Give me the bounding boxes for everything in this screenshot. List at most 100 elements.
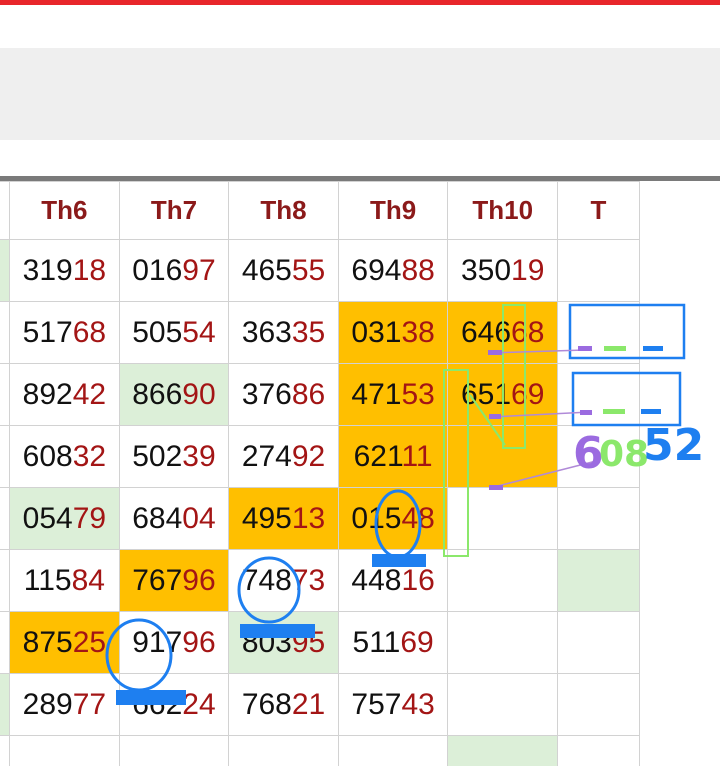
number-head: 465	[241, 253, 292, 287]
number-head: 768	[241, 687, 292, 721]
result-cell: 91	[0, 239, 11, 302]
result-cell	[118, 735, 230, 766]
result-cell: 74873	[228, 549, 339, 612]
result-cell	[447, 611, 558, 674]
result-cell: 91796	[118, 611, 230, 674]
number-tail: 11	[401, 439, 433, 473]
result-cell: 50554	[118, 301, 230, 364]
number-head: 376	[241, 377, 292, 411]
number-head: 505	[132, 315, 183, 349]
table-row: 8928977662247682175743	[0, 673, 641, 736]
result-cell: 03138	[337, 301, 449, 364]
number-tail: 48	[401, 501, 435, 535]
number-tail: 69	[400, 625, 434, 659]
number-tail: 16	[401, 563, 435, 597]
result-cell: 62111	[337, 425, 449, 488]
result-cell: 47153	[337, 363, 449, 426]
column-header: Th6	[9, 181, 120, 240]
result-cell: 28977	[9, 673, 120, 736]
result-cell: 87525	[9, 611, 120, 674]
number-head: 016	[132, 253, 183, 287]
number-tail: 68	[72, 315, 107, 349]
table-row: 1611584767967487344816	[0, 549, 641, 612]
result-cell	[9, 735, 120, 766]
result-cell	[556, 363, 641, 426]
number-tail: 35	[291, 315, 326, 349]
table-row	[0, 735, 641, 766]
result-cell: 80395	[228, 611, 339, 674]
number-head: 748	[241, 563, 292, 597]
result-cell	[556, 487, 641, 550]
number-head: 694	[351, 253, 402, 287]
number-head: 289	[22, 687, 73, 721]
result-cell: 51768	[9, 301, 120, 364]
result-cell: 35019	[447, 239, 558, 302]
number-head: 274	[241, 439, 292, 473]
number-tail: 18	[72, 253, 107, 287]
result-cell	[556, 239, 641, 302]
number-tail: 25	[72, 625, 107, 659]
result-cell	[447, 549, 558, 612]
column-header: Th10	[447, 181, 558, 240]
number-tail: 54	[182, 315, 216, 349]
result-cell	[447, 735, 558, 766]
number-tail: 13	[291, 501, 326, 535]
result-cell: 46555	[228, 239, 339, 302]
result-cell	[447, 487, 558, 550]
table-body: 9131918016974655569488350197951768505543…	[0, 239, 641, 766]
result-cell: 01697	[118, 239, 230, 302]
column-header: Th9	[337, 181, 449, 240]
number-tail: 39	[182, 439, 216, 473]
number-tail: 53	[401, 377, 435, 411]
number-head: 448	[351, 563, 402, 597]
result-cell: 60832	[9, 425, 120, 488]
result-cell	[337, 735, 449, 766]
number-tail: 96	[182, 625, 216, 659]
result-cell: 89242	[9, 363, 120, 426]
result-cell: 50239	[118, 425, 230, 488]
result-cell: 54	[0, 487, 11, 550]
toolbar-area	[0, 48, 720, 140]
number-tail: 42	[72, 377, 107, 411]
results-table-wrap: 5Th6Th7Th8Th9Th10T 913191801697465556948…	[0, 176, 720, 766]
results-table: 5Th6Th7Th8Th9Th10T 913191801697465556948…	[0, 181, 641, 766]
number-tail: 68	[511, 315, 545, 349]
table-row: 0187525917968039551169	[0, 611, 641, 674]
result-cell	[447, 425, 558, 488]
number-tail: 96	[182, 563, 216, 597]
result-cell: 01	[0, 611, 11, 674]
table-row: 5405479684044951301548	[0, 487, 641, 550]
number-head: 031	[351, 315, 402, 349]
number-tail: 55	[291, 253, 326, 287]
number-head: 015	[351, 501, 402, 535]
result-cell: 75743	[337, 673, 449, 736]
column-header: Th8	[228, 181, 339, 240]
number-head: 363	[241, 315, 292, 349]
number-tail: 92	[291, 439, 326, 473]
result-cell: 43	[0, 363, 11, 426]
result-cell	[447, 673, 558, 736]
number-tail: 73	[291, 563, 326, 597]
number-head: 803	[241, 625, 292, 659]
result-cell: 31918	[9, 239, 120, 302]
result-cell: 16	[0, 549, 11, 612]
number-head: 875	[22, 625, 73, 659]
number-head: 866	[132, 377, 183, 411]
result-cell: 37686	[228, 363, 339, 426]
number-head: 115	[23, 563, 72, 597]
result-cell: 11584	[9, 549, 120, 612]
result-cell: 10	[0, 425, 11, 488]
result-cell: 79	[0, 301, 11, 364]
table-row: 795176850554363350313864668	[0, 301, 641, 364]
column-header: Th7	[118, 181, 230, 240]
result-cell: 49513	[228, 487, 339, 550]
number-tail: 77	[72, 687, 107, 721]
number-head: 471	[351, 377, 402, 411]
number-head: 646	[460, 315, 512, 349]
number-tail: 69	[511, 377, 545, 411]
number-tail: 90	[182, 377, 216, 411]
result-cell	[556, 735, 641, 766]
result-cell	[556, 301, 641, 364]
result-cell: 27492	[228, 425, 339, 488]
result-cell	[228, 735, 339, 766]
